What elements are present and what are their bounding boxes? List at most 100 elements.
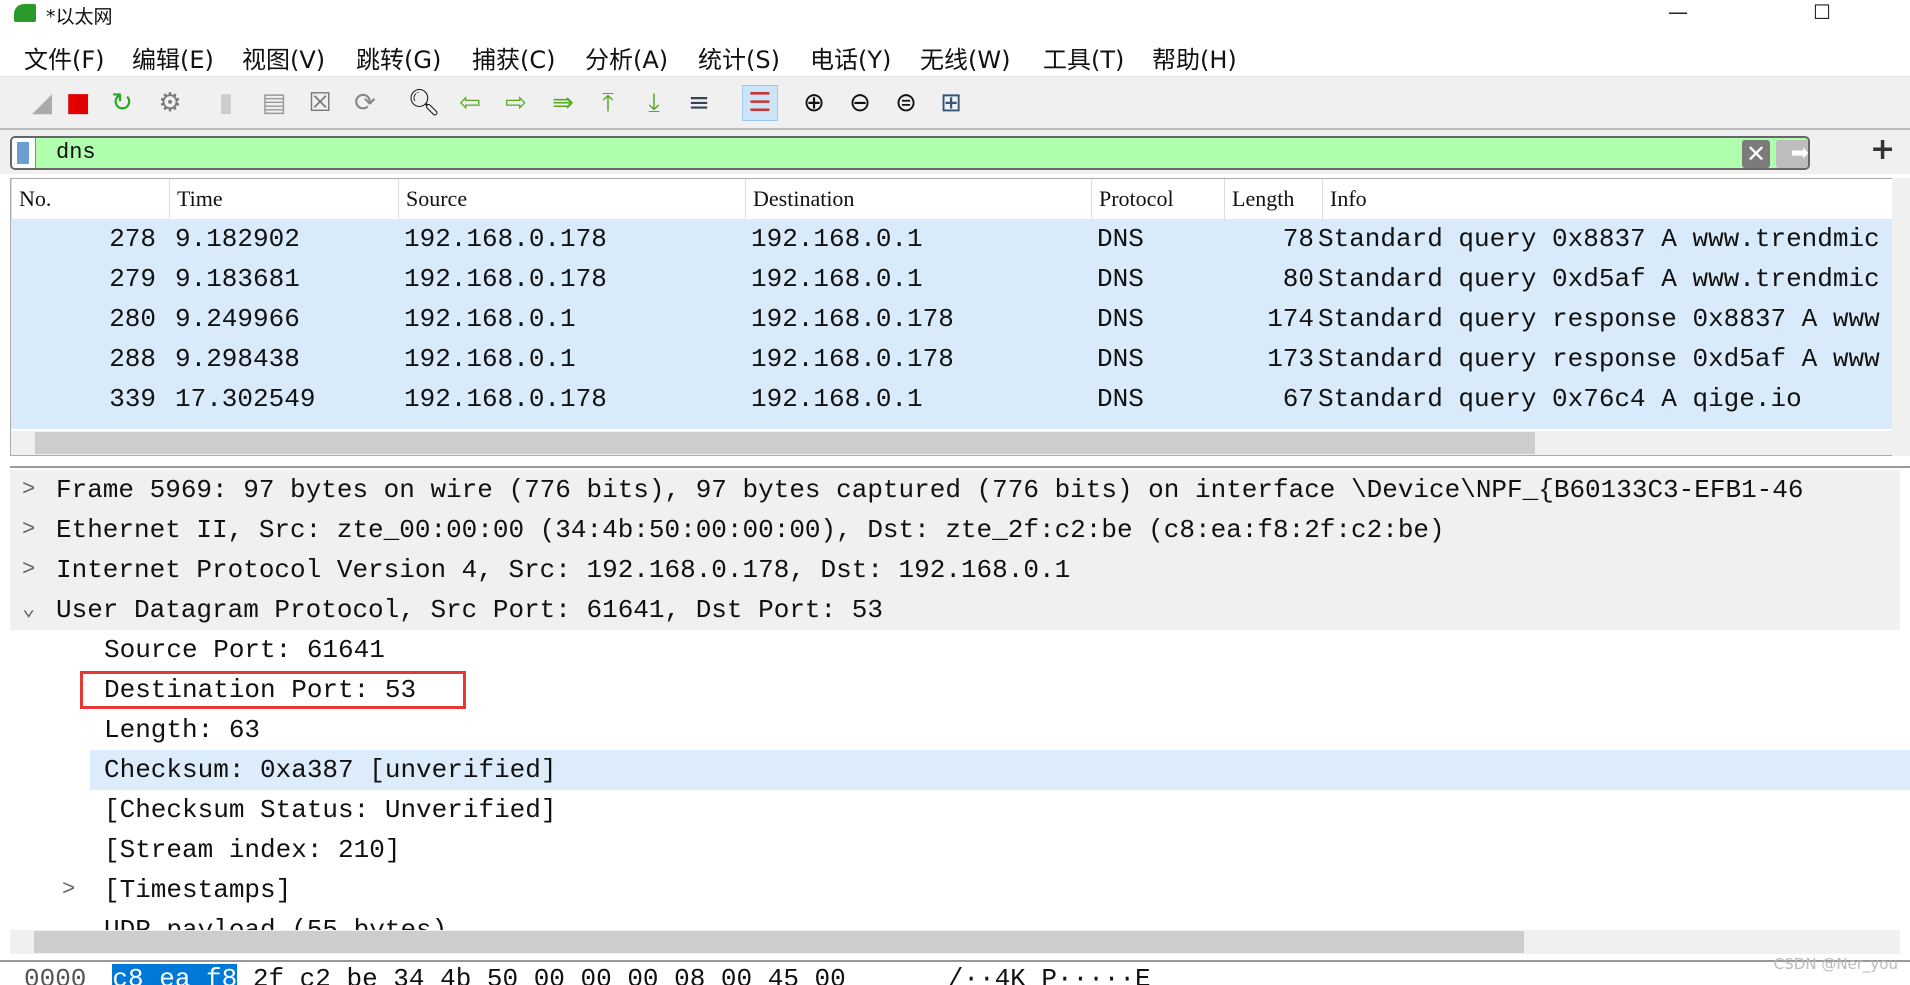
collapse-arrow-icon[interactable]: ⌄ [22,590,35,630]
column-header-protocol[interactable]: Protocol [1091,179,1224,219]
menu-0[interactable]: 文件(F) [24,40,105,75]
add-filter-button[interactable]: + [1870,132,1895,167]
detail-row[interactable]: > Ethernet II, Src: zte_00:00:00 (34:4b:5… [10,510,1900,550]
cell-info: Standard query 0xd5af A www.trendmic [1318,264,1880,294]
column-header-time[interactable]: Time [169,179,398,219]
packet-row[interactable]: 278 9.182902 192.168.0.178 192.168.0.1 DNS 78… [11,219,1901,259]
packet-row[interactable]: 279 9.183681 192.168.0.178 192.168.0.1 DNS 80… [11,259,1901,299]
go-forward-icon[interactable]: ⇨ [498,85,534,121]
save-file-icon[interactable]: ▤ [256,85,292,121]
go-to-packet-icon[interactable]: ⇛ [545,85,581,121]
cell-no: 339 [109,384,156,414]
cell-no: 288 [109,344,156,374]
column-header-destination[interactable]: Destination [745,179,1091,219]
cell-source: 192.168.0.1 [404,344,576,374]
detail-row[interactable]: > Internet Protocol Version 4, Src: 192.1… [10,550,1900,590]
scrollbar-thumb[interactable] [35,432,1535,454]
auto-scroll-icon[interactable]: ≡ [681,85,717,121]
details-horizontal-scrollbar-bar[interactable] [10,930,1900,954]
menu-1[interactable]: 编辑(E) [132,40,214,75]
cell-info: Standard query response 0x8837 A www [1318,304,1880,334]
go-back-icon[interactable]: ⇦ [452,85,488,121]
column-header-source[interactable]: Source [398,179,745,219]
resize-columns-icon[interactable]: ⊞ [933,85,969,121]
detail-row[interactable]: Checksum: 0xa387 [unverified] [90,750,1910,790]
shark-fin-start-icon[interactable]: ◢ [24,85,60,121]
bookmark-icon[interactable] [12,138,36,168]
cell-protocol: DNS [1097,344,1144,374]
menu-2[interactable]: 视图(V) [242,40,325,75]
detail-row[interactable]: ⌄ User Datagram Protocol, Src Port: 61641… [10,590,1900,630]
menu-4[interactable]: 捕获(C) [472,40,555,75]
capture-options-icon[interactable]: ⚙ [152,85,188,121]
detail-text: Frame 5969: 97 bytes on wire (776 bits),… [56,475,1804,505]
expand-arrow-icon[interactable]: > [22,550,35,590]
cell-time: 9.249966 [175,304,300,334]
display-filter-input[interactable]: dns ✕ ➡ ▼ [10,136,1810,170]
display-filter-bar: dns ✕ ➡ ▼ [0,128,1910,174]
detail-row[interactable]: Length: 63 [10,710,1900,750]
cell-destination: 192.168.0.178 [751,344,954,374]
detail-text: [Timestamps] [104,875,292,905]
menu-7[interactable]: 电话(Y) [810,40,891,75]
minimize-button[interactable]: — [1650,0,1706,24]
detail-text: Checksum: 0xa387 [unverified] [104,755,557,785]
cell-destination: 192.168.0.178 [751,304,954,334]
expand-arrow-icon[interactable]: > [22,470,35,510]
first-packet-icon[interactable]: ⤒ [590,85,626,121]
open-file-icon[interactable]: ▮ [208,85,244,121]
restart-capture-icon[interactable]: ↻ [104,85,140,121]
detail-row[interactable]: [Checksum Status: Unverified] [10,790,1900,830]
hex-bytes[interactable]: 2f c2 be 34 4b 50 00 00 00 08 00 45 00 [253,964,846,985]
detail-text: Length: 63 [104,715,261,745]
menu-3[interactable]: 跳转(G) [356,40,441,75]
column-header-length[interactable]: Length [1224,179,1322,219]
cell-time: 9.182902 [175,224,300,254]
packet-row-partial[interactable] [11,419,1901,429]
detail-row[interactable]: Source Port: 61641 [10,630,1900,670]
hex-selected-bytes[interactable]: c8 ea f8 [112,964,238,985]
colorize-icon[interactable]: ☰ [742,85,778,121]
menu-8[interactable]: 无线(W) [920,40,1010,75]
close-file-icon[interactable]: ☒ [302,85,338,121]
detail-text: User Datagram Protocol, Src Port: 61641,… [56,595,883,625]
cell-source: 192.168.0.1 [404,304,576,334]
apply-filter-button[interactable]: ➡ [1776,140,1808,168]
packet-row[interactable]: 288 9.298438 192.168.0.1 192.168.0.178 DNS 17… [11,339,1901,379]
detail-row[interactable]: [Stream index: 210] [10,830,1900,870]
cell-source: 192.168.0.178 [404,264,607,294]
packet-list-vertical-scrollbar[interactable] [1892,178,1910,456]
cell-time: 9.298438 [175,344,300,374]
detail-row[interactable]: > Frame 5969: 97 bytes on wire (776 bits)… [10,470,1900,510]
stop-capture-icon[interactable]: ■ [60,85,96,121]
detail-row[interactable]: > [Timestamps] [10,870,1900,910]
column-header-info[interactable]: Info [1322,179,1902,219]
column-header-no[interactable]: No. [11,179,169,219]
scrollbar-thumb[interactable] [34,931,1524,953]
expand-arrow-icon[interactable]: > [22,510,35,550]
zoom-out-icon[interactable]: ⊖ [842,85,878,121]
menu-5[interactable]: 分析(A) [585,40,668,75]
menu-9[interactable]: 工具(T) [1043,40,1124,75]
reload-file-icon[interactable]: ⟳ [347,85,383,121]
ascii-bytes[interactable]: /··4K P·····E [948,964,1151,985]
packet-list-horizontal-scrollbar[interactable] [11,431,1901,455]
cell-no: 279 [109,264,156,294]
zoom-in-icon[interactable]: ⊕ [796,85,832,121]
menu-6[interactable]: 统计(S) [698,40,780,75]
detail-row[interactable]: UDP payload (55 bytes) [10,910,1900,930]
maximize-button[interactable]: ☐ [1794,0,1850,24]
expand-arrow-icon[interactable]: > [62,870,75,910]
detail-text: Ethernet II, Src: zte_00:00:00 (34:4b:50… [56,515,1445,545]
cell-info: Standard query 0x76c4 A qige.io [1318,384,1802,414]
wireshark-logo-icon [14,4,36,22]
filter-text[interactable]: dns [56,140,96,165]
window-title: *以太网 [46,6,113,28]
clear-filter-button[interactable]: ✕ [1742,140,1770,168]
menu-10[interactable]: 帮助(H) [1152,40,1237,75]
packet-row[interactable]: 339 17.302549 192.168.0.178 192.168.0.1 DNS 6… [11,379,1901,419]
find-packet-icon[interactable]: 🔍︎ [406,85,442,121]
packet-row[interactable]: 280 9.249966 192.168.0.1 192.168.0.178 DNS 17… [11,299,1901,339]
zoom-reset-icon[interactable]: ⊜ [888,85,924,121]
last-packet-icon[interactable]: ⤓ [636,85,672,121]
